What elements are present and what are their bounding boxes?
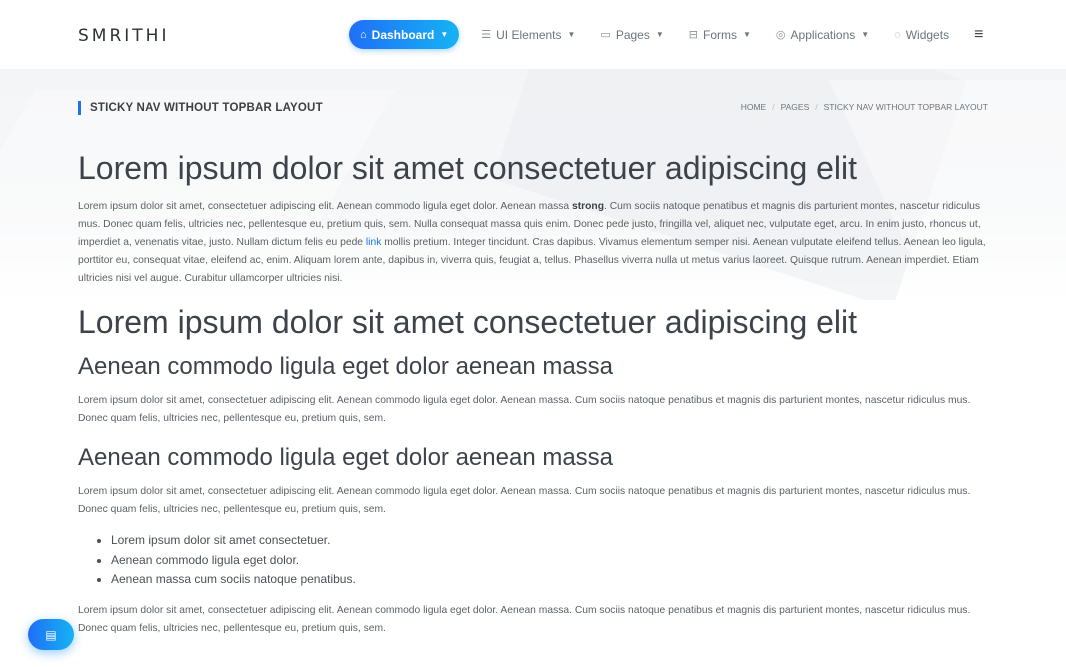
nav-label: Dashboard <box>371 27 435 42</box>
breadcrumb-current: STICKY NAV WITHOUT TOPBAR LAYOUT <box>823 102 988 112</box>
subheading-2: Aenean commodo ligula eget dolor aenean … <box>78 444 614 471</box>
heading-2: Lorem ipsum dolor sit amet consectetuer … <box>78 304 858 340</box>
nav-applications[interactable]: ◎ Applications ▼ <box>776 20 869 49</box>
nav-widgets[interactable]: ◌ Widgets <box>894 20 949 49</box>
nav-label: Pages <box>615 27 650 42</box>
caret-down-icon: ▼ <box>655 30 664 39</box>
nav-pages[interactable]: ▭ Pages ▼ <box>600 20 663 49</box>
nav-label: Forms <box>703 27 737 42</box>
nav-dashboard[interactable]: ⌂ Dashboard ▼ <box>349 20 460 49</box>
main-nav: ⌂ Dashboard ▼ ☰ UI Elements ▼ ▭ Pages ▼ ⊟ Forms ▼ ◎ A… <box>349 20 983 49</box>
caret-down-icon: ▼ <box>743 30 751 39</box>
subheading-1: Aenean commodo ligula eget dolor aenean … <box>78 353 614 380</box>
pages-icon: ▭ <box>600 29 611 41</box>
page-title: STICKY NAV WITHOUT TOPBAR LAYOUT <box>78 101 323 115</box>
breadcrumb-home[interactable]: HOME <box>741 101 767 113</box>
chat-button[interactable]: ▤ <box>28 619 74 650</box>
paragraph-4: Lorem ipsum dolor sit amet, consectetuer… <box>78 604 971 634</box>
nav-label: Applications <box>790 27 856 42</box>
caret-down-icon: ▼ <box>861 30 870 39</box>
forms-icon: ⊟ <box>688 29 698 41</box>
list-item: Lorem ipsum dolor sit amet consectetuer. <box>111 531 988 551</box>
paragraph-1: Lorem ipsum dolor sit amet, consectetuer… <box>78 201 986 284</box>
main-content: Lorem ipsum dolor sit amet consectetuer … <box>78 140 988 638</box>
breadcrumb-pages[interactable]: PAGES <box>781 101 810 113</box>
nav-label: UI Elements <box>496 27 562 42</box>
breadcrumb: HOME / PAGES / STICKY NAV WITHOUT TOPBAR… <box>740 101 988 113</box>
nav-ui-elements[interactable]: ☰ UI Elements ▼ <box>481 20 575 49</box>
inline-link[interactable]: link <box>366 237 381 248</box>
home-icon: ⌂ <box>360 28 367 41</box>
apps-icon: ◎ <box>775 29 786 41</box>
brand-logo[interactable]: SMRITHI <box>78 26 169 46</box>
widgets-icon: ◌ <box>894 28 901 41</box>
strong-text: strong <box>571 201 605 212</box>
bullet-list: Lorem ipsum dolor sit amet consectetuer.… <box>78 531 988 590</box>
hamburger-menu-icon[interactable]: ≡ <box>974 20 983 49</box>
top-navbar: SMRITHI ⌂ Dashboard ▼ ☰ UI Elements ▼ ▭ Pages ▼ ⊟… <box>0 0 1066 70</box>
paragraph-2: Lorem ipsum dolor sit amet, consectetuer… <box>78 395 971 424</box>
heading-1: Lorem ipsum dolor sit amet consectetuer … <box>78 150 858 186</box>
nav-label: Widgets <box>905 27 950 42</box>
caret-down-icon: ▼ <box>567 30 576 39</box>
list-icon: ☰ <box>481 29 492 41</box>
paragraph-3: Lorem ipsum dolor sit amet, consectetuer… <box>78 486 971 515</box>
caret-down-icon: ▼ <box>440 30 449 39</box>
list-item: Aenean massa cum sociis natoque penatibu… <box>111 570 988 590</box>
nav-forms[interactable]: ⊟ Forms ▼ <box>689 20 751 49</box>
list-item: Aenean commodo ligula eget dolor. <box>111 551 988 571</box>
chat-icon: ▤ <box>45 627 57 642</box>
